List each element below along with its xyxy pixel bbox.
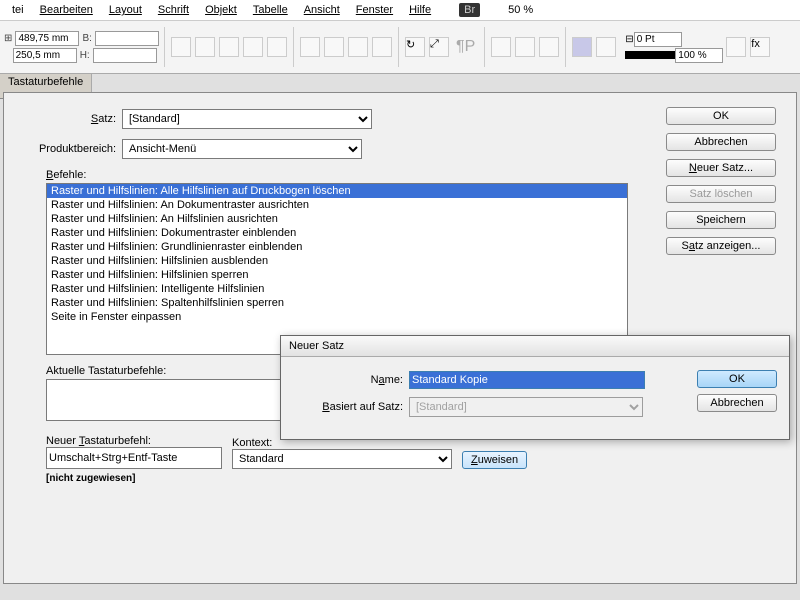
toolbar-icon[interactable] xyxy=(267,37,287,57)
ok-button[interactable]: OK xyxy=(666,107,776,125)
toolbar-icon[interactable] xyxy=(324,37,344,57)
commands-listbox[interactable]: Raster und Hilfslinien: Alle Hilfslinien… xyxy=(46,183,628,355)
bridge-icon[interactable]: Br xyxy=(459,3,480,17)
list-item[interactable]: Raster und Hilfslinien: Intelligente Hil… xyxy=(47,282,627,296)
menu-layout[interactable]: Layout xyxy=(101,4,150,16)
stroke-icon[interactable] xyxy=(596,37,616,57)
new-shortcut-label: Neuer Tastaturbefehl: xyxy=(46,435,222,447)
rotate-icon[interactable]: ↻ xyxy=(405,37,425,57)
show-set-button[interactable]: Satz anzeigen... xyxy=(666,237,776,255)
stroke-style[interactable] xyxy=(625,51,675,59)
height-field[interactable] xyxy=(93,48,157,63)
menu-object[interactable]: Objekt xyxy=(197,4,245,16)
toolbar-icon[interactable] xyxy=(195,37,215,57)
width-field[interactable] xyxy=(95,31,159,46)
list-item[interactable]: Raster und Hilfslinien: Dokumentraster e… xyxy=(47,226,627,240)
fx-icon[interactable]: fx xyxy=(750,37,770,57)
toolbar-icon[interactable] xyxy=(539,37,559,57)
modal-title: Neuer Satz xyxy=(281,336,789,357)
product-area-label: Produktbereich: xyxy=(20,143,122,155)
menu-file[interactable]: tei xyxy=(4,4,32,16)
save-button[interactable]: Speichern xyxy=(666,211,776,229)
list-item[interactable]: Raster und Hilfslinien: An Hilfslinien a… xyxy=(47,212,627,226)
list-item[interactable]: Raster und Hilfslinien: An Dokumentraste… xyxy=(47,198,627,212)
toolbar-icon[interactable] xyxy=(726,37,746,57)
toolbar-icon[interactable] xyxy=(219,37,239,57)
new-set-modal: Neuer Satz Name: Basiert auf Satz: [Stan… xyxy=(280,335,790,440)
new-set-button[interactable]: Neuer Satz... xyxy=(666,159,776,177)
toolbar-icon[interactable] xyxy=(348,37,368,57)
product-area-select[interactable]: Ansicht-Menü xyxy=(122,139,362,159)
list-item[interactable]: Seite in Fenster einpassen xyxy=(47,310,627,324)
stroke-weight-field[interactable] xyxy=(634,32,682,47)
list-item[interactable]: Raster und Hilfslinien: Grundlinienraste… xyxy=(47,240,627,254)
based-on-select[interactable]: [Standard] xyxy=(409,397,643,417)
zoom-level[interactable]: 50 % xyxy=(500,4,541,16)
toolbar-icon[interactable] xyxy=(300,37,320,57)
menu-edit[interactable]: Bearbeiten xyxy=(32,4,101,16)
menu-help[interactable]: Hilfe xyxy=(401,4,439,16)
y-position-field[interactable] xyxy=(13,48,77,63)
toolbar-icon[interactable] xyxy=(243,37,263,57)
list-item[interactable]: Raster und Hilfslinien: Hilfslinien sper… xyxy=(47,268,627,282)
toolbar-icon[interactable] xyxy=(515,37,535,57)
modal-ok-button[interactable]: OK xyxy=(697,370,777,388)
new-shortcut-input[interactable] xyxy=(46,447,222,469)
delete-set-button: Satz löschen xyxy=(666,185,776,203)
toolbar-icon[interactable] xyxy=(491,37,511,57)
opacity-field[interactable] xyxy=(675,48,723,63)
toolbar-icon[interactable] xyxy=(171,37,191,57)
assign-button[interactable]: Zuweisen xyxy=(462,451,527,469)
assignment-status: [nicht zugewiesen] xyxy=(46,473,780,484)
name-label: Name: xyxy=(293,374,409,386)
set-select[interactable]: [Standard] xyxy=(122,109,372,129)
based-on-label: Basiert auf Satz: xyxy=(293,401,409,413)
menu-view[interactable]: Ansicht xyxy=(296,4,348,16)
menu-font[interactable]: Schrift xyxy=(150,4,197,16)
context-select[interactable]: Standard xyxy=(232,449,452,469)
flip-icon[interactable]: ⤢ xyxy=(429,37,449,57)
x-position-field[interactable] xyxy=(15,31,79,46)
menu-window[interactable]: Fenster xyxy=(348,4,401,16)
list-item[interactable]: Raster und Hilfslinien: Hilfslinien ausb… xyxy=(47,254,627,268)
menu-bar: tei Bearbeiten Layout Schrift Objekt Tab… xyxy=(0,0,800,21)
list-item[interactable]: Raster und Hilfslinien: Spaltenhilfslini… xyxy=(47,296,627,310)
control-toolbar: ⊞ B: H: ↻⤢¶P ⊟ fx xyxy=(0,21,800,74)
set-label: Satz: xyxy=(20,113,122,125)
fill-icon[interactable] xyxy=(572,37,592,57)
cancel-button[interactable]: Abbrechen xyxy=(666,133,776,151)
menu-table[interactable]: Tabelle xyxy=(245,4,296,16)
list-item[interactable]: Raster und Hilfslinien: Alle Hilfslinien… xyxy=(47,184,627,198)
modal-cancel-button[interactable]: Abbrechen xyxy=(697,394,777,412)
paragraph-icon[interactable]: ¶P xyxy=(452,38,479,56)
toolbar-icon[interactable] xyxy=(372,37,392,57)
name-input[interactable] xyxy=(409,371,645,389)
